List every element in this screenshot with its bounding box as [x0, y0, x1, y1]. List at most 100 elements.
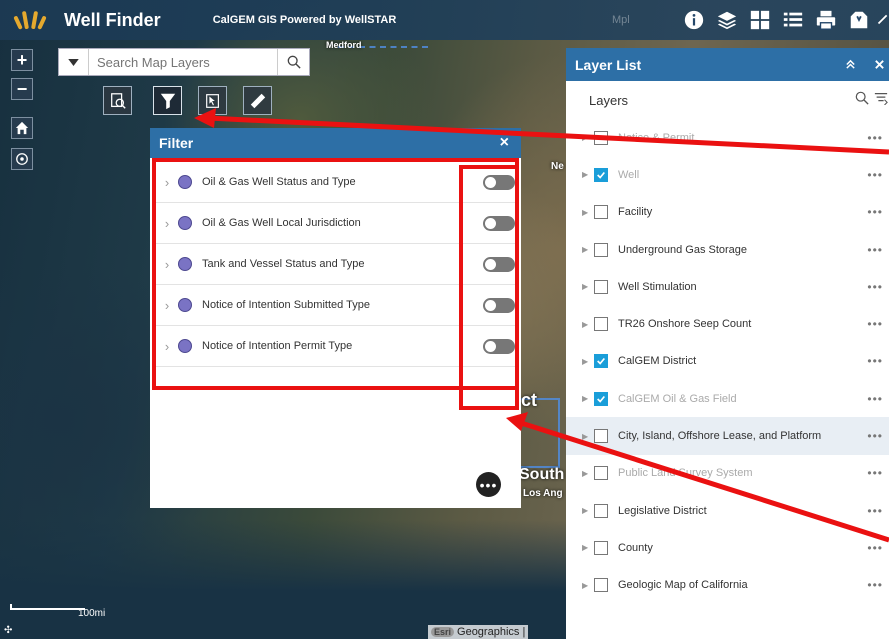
layers-section-label: Layers: [589, 92, 629, 108]
chevron-right-icon[interactable]: ›: [156, 339, 178, 354]
measure-button[interactable]: [243, 86, 272, 115]
layer-checkbox[interactable]: [594, 503, 608, 518]
info-icon[interactable]: [677, 0, 710, 40]
basemap-gallery-icon[interactable]: [743, 0, 776, 40]
expand-arrow-icon[interactable]: ▶: [582, 581, 594, 590]
filter-button[interactable]: [153, 86, 182, 115]
layer-item-label: City, Island, Offshore Lease, and Platfo…: [618, 430, 822, 443]
expand-arrow-icon[interactable]: ▶: [582, 432, 594, 441]
layer-item[interactable]: ▶ Well •••: [566, 156, 889, 193]
filter-panel-title: Filter: [159, 135, 194, 151]
header-toolbar: [677, 0, 889, 40]
app-title: Well Finder: [64, 9, 161, 30]
layer-options-icon[interactable]: •••: [867, 354, 883, 368]
layer-options-icon[interactable]: •••: [867, 280, 883, 294]
close-icon[interactable]: [874, 59, 885, 70]
chevron-right-icon[interactable]: ›: [156, 257, 178, 272]
expand-arrow-icon[interactable]: ▶: [582, 469, 594, 478]
chevron-right-icon[interactable]: ›: [156, 298, 178, 313]
expand-arrow-icon[interactable]: ▶: [582, 282, 594, 291]
more-icon[interactable]: [875, 0, 889, 40]
filter-item-label: Tank and Vessel Status and Type: [202, 258, 365, 270]
chevron-right-icon[interactable]: ›: [156, 175, 178, 190]
layer-checkbox[interactable]: [594, 130, 608, 145]
filter-list-icon[interactable]: [873, 91, 889, 105]
layer-checkbox[interactable]: [594, 242, 608, 257]
expand-arrow-icon[interactable]: ▶: [582, 506, 594, 515]
scale-label: 100mi: [78, 608, 106, 619]
layer-item[interactable]: ▶ Geologic Map of California •••: [566, 567, 889, 604]
filter-item-label: Notice of Intention Permit Type: [202, 340, 353, 352]
header-faint-label: Mpl: [612, 14, 630, 26]
layer-item[interactable]: ▶ County •••: [566, 529, 889, 566]
collapse-icon[interactable]: [845, 59, 856, 70]
layer-checkbox[interactable]: [594, 205, 608, 220]
bookmark-icon[interactable]: [842, 0, 875, 40]
checkmark-icon: [597, 395, 605, 403]
layer-item[interactable]: ▶ Legislative District •••: [566, 492, 889, 529]
search-scope-dropdown[interactable]: [59, 49, 89, 75]
layer-item[interactable]: ▶ CalGEM District •••: [566, 343, 889, 380]
query-button[interactable]: [103, 86, 132, 115]
layer-options-icon[interactable]: •••: [867, 578, 883, 592]
layer-options-icon[interactable]: •••: [867, 392, 883, 406]
zoom-out-button[interactable]: −: [11, 78, 33, 100]
print-icon[interactable]: [809, 0, 842, 40]
layer-list-panel: Layer List Layers ▶ Notice & Permit ••• …: [566, 48, 889, 639]
filter-close-button[interactable]: ×: [500, 134, 509, 152]
layer-options-icon[interactable]: •••: [867, 504, 883, 518]
layer-item[interactable]: ▶ Public Land Survey System •••: [566, 455, 889, 492]
layer-item[interactable]: ▶ CalGEM Oil & Gas Field •••: [566, 380, 889, 417]
search-input[interactable]: [89, 54, 277, 70]
layer-item[interactable]: ▶ City, Island, Offshore Lease, and Plat…: [566, 417, 889, 455]
layer-checkbox[interactable]: [594, 317, 608, 332]
layer-options-icon[interactable]: •••: [867, 541, 883, 555]
map-label-medford: Medford: [326, 40, 362, 50]
search-icon[interactable]: [855, 91, 869, 105]
layer-item[interactable]: ▶ Well Stimulation •••: [566, 268, 889, 305]
layer-item[interactable]: ▶ Facility •••: [566, 194, 889, 231]
legend-icon[interactable]: [776, 0, 809, 40]
zoom-in-button[interactable]: +: [11, 49, 33, 71]
app-header: Well Finder CalGEM GIS Powered by WellST…: [0, 0, 889, 40]
layer-item[interactable]: ▶ Notice & Permit •••: [566, 119, 889, 156]
layer-checkbox[interactable]: [594, 466, 608, 481]
layers-icon[interactable]: [710, 0, 743, 40]
checkmark-icon: [597, 358, 605, 366]
select-button[interactable]: [198, 86, 227, 115]
layer-checkbox[interactable]: [594, 279, 608, 294]
search-button[interactable]: [277, 49, 309, 75]
layer-options-icon[interactable]: •••: [867, 168, 883, 182]
filter-dot-icon: [178, 339, 192, 353]
locate-button[interactable]: [11, 148, 33, 170]
expand-arrow-icon[interactable]: ▶: [582, 543, 594, 552]
chevron-right-icon[interactable]: ›: [156, 216, 178, 231]
layer-checkbox[interactable]: [594, 540, 608, 555]
expand-arrow-icon[interactable]: ▶: [582, 245, 594, 254]
layer-options-icon[interactable]: •••: [867, 205, 883, 219]
layer-item[interactable]: ▶ TR26 Onshore Seep Count •••: [566, 305, 889, 342]
expand-arrow-icon[interactable]: ▶: [582, 320, 594, 329]
layer-checkbox[interactable]: [594, 354, 608, 369]
expand-arrow-icon[interactable]: ▶: [582, 357, 594, 366]
layer-checkbox[interactable]: [594, 391, 608, 406]
layer-options-icon[interactable]: •••: [867, 131, 883, 145]
expand-arrow-icon[interactable]: ▶: [582, 170, 594, 179]
map-label-ct: ct: [521, 390, 538, 410]
layer-options-icon[interactable]: •••: [867, 466, 883, 480]
layer-options-icon[interactable]: •••: [867, 429, 883, 443]
map-label-ne: Ne: [551, 161, 564, 172]
expand-arrow-icon[interactable]: ▶: [582, 133, 594, 142]
layer-item-label: Facility: [618, 206, 653, 219]
layer-checkbox[interactable]: [594, 429, 608, 444]
layer-checkbox[interactable]: [594, 167, 608, 182]
expand-arrow-icon[interactable]: ▶: [582, 208, 594, 217]
filter-more-button[interactable]: •••: [476, 472, 501, 497]
layer-options-icon[interactable]: •••: [867, 317, 883, 331]
layer-options-icon[interactable]: •••: [867, 243, 883, 257]
filter-panel-header: Filter ×: [150, 128, 521, 158]
home-button[interactable]: [11, 117, 33, 139]
expand-arrow-icon[interactable]: ▶: [582, 394, 594, 403]
layer-checkbox[interactable]: [594, 578, 608, 593]
layer-item[interactable]: ▶ Underground Gas Storage •••: [566, 231, 889, 268]
